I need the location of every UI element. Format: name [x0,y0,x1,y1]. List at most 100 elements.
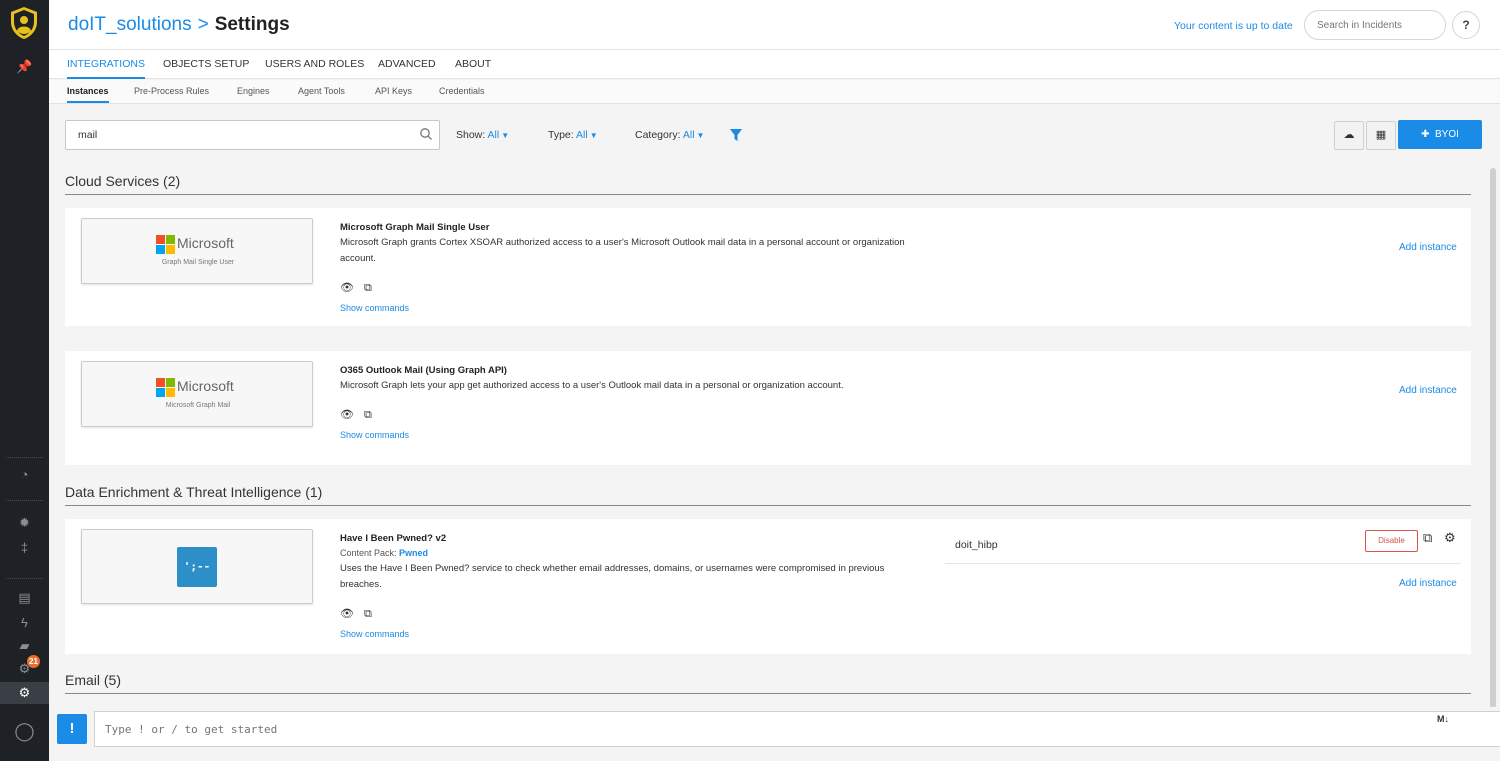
tab-advanced[interactable]: ADVANCED [378,50,436,79]
breadcrumb-org-link[interactable]: doIT_solutions [68,14,192,35]
byoi-button[interactable]: ✚ BYOI [1398,120,1482,149]
subtab-credentials[interactable]: Credentials [439,80,485,103]
help-button[interactable]: ? [1452,11,1480,39]
notification-badge: 21 [27,655,40,668]
section-title-data-enrichment: Data Enrichment & Threat Intelligence (1… [65,484,323,500]
sub-tabs: Instances Pre-Process Rules Engines Agen… [49,80,1500,104]
type-filter-label: Type: [548,129,574,141]
search-icon[interactable] [419,127,433,141]
category-filter[interactable]: Category: All ▼ [635,129,704,141]
gear-icon[interactable]: ⚙ [1444,530,1456,546]
page-scrollbar[interactable] [1490,168,1496,708]
sidebar-divider [6,500,43,501]
add-instance-link[interactable]: Add instance [1399,242,1457,253]
markdown-icon[interactable]: M↓ [1437,714,1449,724]
eye-icon[interactable]: 👁 [340,409,354,421]
integration-logo: ';-- [81,529,313,604]
upload-cloud-button[interactable]: ☁ [1334,121,1364,150]
type-filter[interactable]: Type: All ▼ [548,129,598,141]
section-title-cloud-services: Cloud Services (2) [65,173,181,189]
integration-actions: 👁 ⧉ [340,607,382,621]
pin-icon[interactable]: 📌 [0,58,49,76]
command-bar: ! M↓ ⤢ [49,707,1500,761]
integration-title: Have I Been Pwned? v2 [340,533,447,544]
section-divider [65,505,1471,506]
add-instance-link[interactable]: Add instance [1399,385,1457,396]
subtab-engines[interactable]: Engines [237,80,270,103]
sidebar-divider [6,457,43,458]
show-commands-link[interactable]: Show commands [340,303,409,313]
logo-text: Microsoft [177,235,234,251]
integration-description: Microsoft Graph grants Cortex XSOAR auth… [340,237,905,264]
page-title: Settings [214,14,290,35]
main-tabs: INTEGRATIONS OBJECTS SETUP USERS AND ROL… [49,50,1500,79]
add-instance-link[interactable]: Add instance [1399,578,1457,589]
command-bang-button[interactable]: ! [57,714,87,744]
sidebar-divider [6,578,43,579]
sidebar: 📌 ◔ ✹ ‡ ▤ ϟ ▰ ⚙ 21 ⚙ ◯ [0,0,49,761]
command-input[interactable] [94,711,1500,747]
breadcrumb-separator: > [197,14,209,35]
tab-integrations[interactable]: INTEGRATIONS [67,50,145,79]
section-title-email: Email (5) [65,672,122,688]
category-filter-label: Category: [635,129,681,141]
chevron-down-icon: ▼ [696,131,705,140]
dashboard-icon[interactable]: ◔ [0,466,49,484]
automation-icon[interactable]: ϟ [0,614,49,632]
instance-name: doit_hibp [955,539,998,551]
eye-icon[interactable]: 👁 [340,608,354,620]
jobs-icon[interactable]: ‡ [0,539,49,557]
subtab-pre-process-rules[interactable]: Pre-Process Rules [134,80,209,103]
integration-description: Uses the Have I Been Pwned? service to c… [340,563,885,590]
hibp-logo: ';-- [177,547,217,587]
marketplace-icon[interactable]: ▰ [0,637,49,655]
content-pack-label: Content Pack: [340,548,397,558]
show-filter[interactable]: Show: All ▼ [456,129,509,141]
disable-instance-button[interactable]: Disable [1365,530,1418,552]
chevron-down-icon: ▼ [501,131,510,140]
tab-objects-setup[interactable]: OBJECTS SETUP [163,50,249,79]
tab-about[interactable]: ABOUT [455,50,491,79]
subtab-instances[interactable]: Instances [67,80,109,103]
type-filter-value: All [576,129,588,141]
copy-icon[interactable]: ⧉ [364,608,372,620]
integration-card-graph-mail-single-user: Microsoft Graph Mail Single User Microso… [65,208,1471,326]
integration-actions: 👁 ⧉ [340,281,382,295]
logo-subtitle: Graph Mail Single User [161,259,235,266]
integration-card-o365-outlook-mail: Microsoft Microsoft Graph Mail O365 Outl… [65,351,1471,465]
plus-icon: ✚ [1421,129,1430,140]
incidents-icon[interactable]: ✹ [0,514,49,532]
show-filter-value: All [487,129,500,141]
user-avatar-icon[interactable]: ◯ [0,722,49,740]
cloud-upload-icon: ☁ [1343,129,1355,141]
integration-description: Microsoft Graph lets your app get author… [340,380,844,391]
integration-search-input[interactable] [65,120,440,150]
header: doIT_solutions > Settings Your content is … [49,0,1500,50]
settings-gear-icon[interactable]: ⚙ [0,682,49,704]
subtab-agent-tools[interactable]: Agent Tools [298,80,345,103]
incident-search-input[interactable] [1304,10,1446,40]
show-filter-label: Show: [456,129,486,141]
instance-divider [945,563,1461,564]
content-pack: Content Pack: Pwned [340,548,428,558]
chevron-down-icon: ▼ [589,131,598,140]
shield-logo-icon[interactable] [9,6,39,40]
breadcrumb: doIT_solutions > Settings [68,14,290,36]
clipboard-button[interactable]: ▦ [1366,121,1396,150]
section-divider [65,194,1471,195]
eye-icon[interactable]: 👁 [340,282,354,294]
playground-icon[interactable]: ▤ [0,589,49,607]
copy-icon[interactable]: ⧉ [364,282,372,294]
integration-card-have-i-been-pwned: ';-- Have I Been Pwned? v2 Content Pack:… [65,519,1471,654]
filter-funnel-icon[interactable] [729,128,743,142]
integration-logo: Microsoft Graph Mail Single User [81,218,313,284]
content-pack-link[interactable]: Pwned [399,548,428,558]
copy-icon[interactable]: ⧉ [364,409,372,421]
updates-icon[interactable]: ⚙ [0,660,49,678]
show-commands-link[interactable]: Show commands [340,629,409,639]
show-commands-link[interactable]: Show commands [340,430,409,440]
subtab-api-keys[interactable]: API Keys [375,80,412,103]
copy-instance-icon[interactable]: ⧉ [1423,530,1432,546]
integration-actions: 👁 ⧉ [340,408,382,422]
tab-users-and-roles[interactable]: USERS AND ROLES [265,50,364,79]
